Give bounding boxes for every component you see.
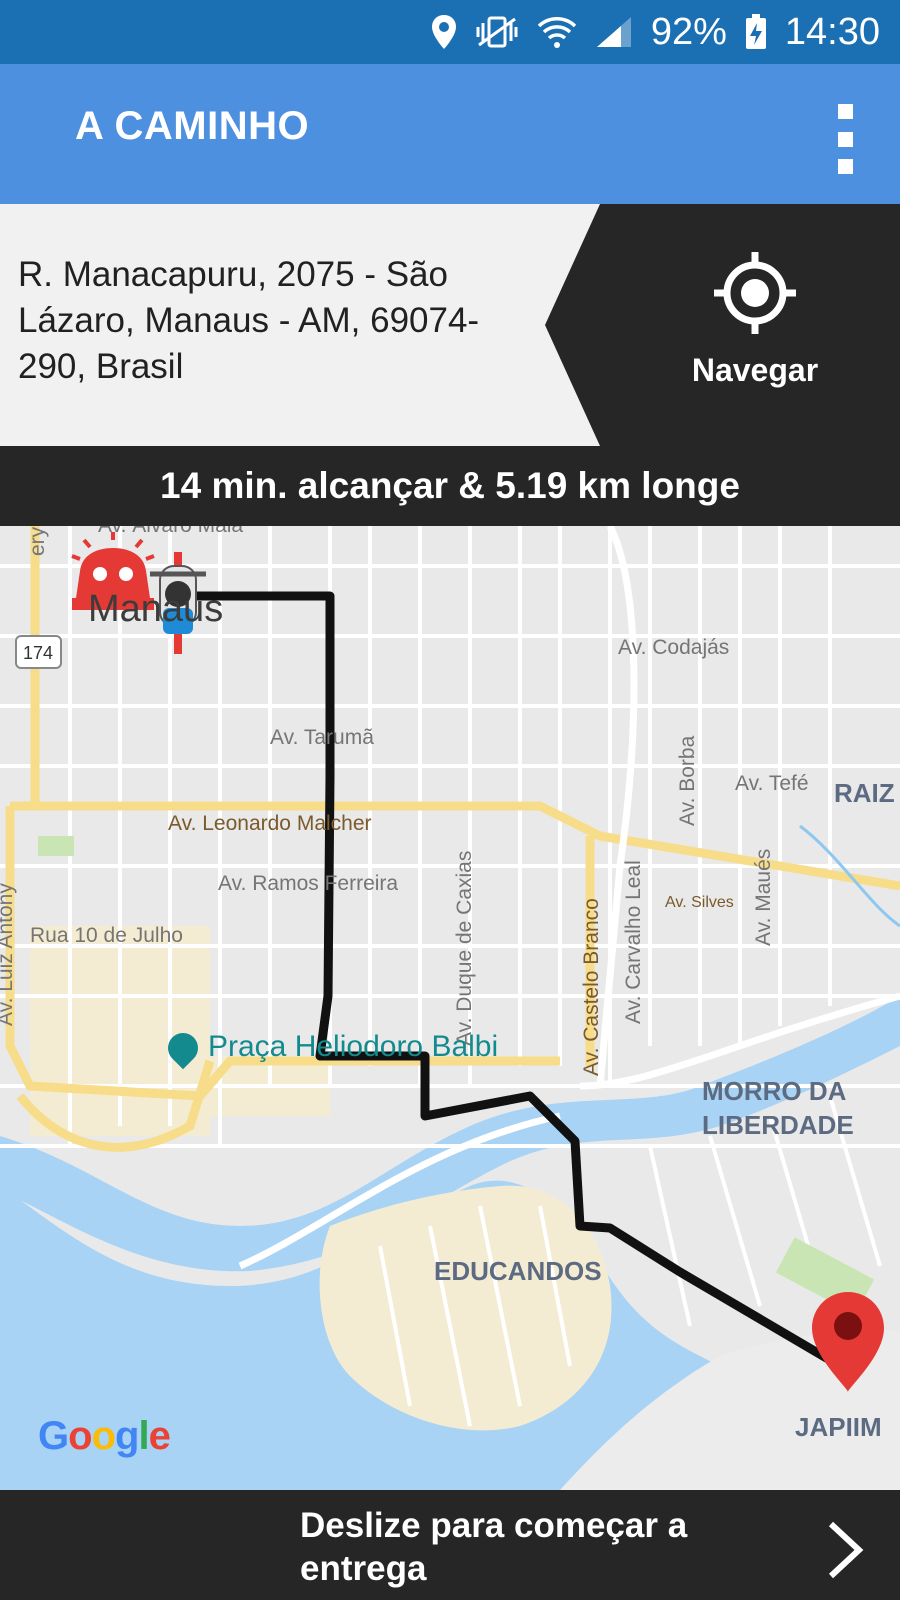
eta-banner: 14 min. alcançar & 5.19 km longe — [0, 446, 900, 526]
street-label: Av. Maués — [752, 848, 775, 946]
location-icon — [431, 14, 457, 50]
street-label: Av. Borba — [676, 735, 699, 826]
clock: 14:30 — [784, 10, 880, 53]
menu-dot — [837, 104, 853, 119]
swipe-label: Deslize para começar a entrega — [300, 1506, 688, 1588]
more-vert-icon[interactable] — [830, 104, 860, 174]
menu-dot — [837, 159, 853, 174]
poi-camera-icon — [161, 1026, 205, 1070]
highway-shield: 174 — [15, 635, 62, 669]
map-canvas: 174 — [0, 526, 900, 1490]
app-bar: A CAMINHO — [0, 64, 900, 204]
city-label: Manaus — [88, 588, 224, 630]
chevron-right-icon[interactable] — [825, 1520, 865, 1580]
street-label: Av. Carvalho Leal — [622, 860, 645, 1024]
street-label: Av. Álvaro Maia — [98, 526, 243, 538]
battery-level: 92% — [650, 10, 727, 53]
street-label: Av. Codajás — [618, 636, 730, 659]
street-label: Av. Castelo Branco — [580, 898, 603, 1076]
status-bar: 92% 14:30 — [0, 0, 900, 64]
address-box: R. Manacapuru, 2075 - São Lázaro, Manaus… — [0, 204, 600, 446]
navigate-button[interactable]: Navegar — [640, 204, 900, 446]
navigate-label: Navegar — [691, 352, 819, 388]
vibrate-icon — [475, 15, 519, 49]
destination-panel: R. Manacapuru, 2075 - São Lázaro, Manaus… — [0, 204, 900, 446]
street-label: Av. Duque de Caxias — [453, 850, 476, 1046]
district-label: EDUCANDOS — [434, 1256, 602, 1286]
destination-address: R. Manacapuru, 2075 - São Lázaro, Manaus… — [18, 255, 480, 386]
street-label: ery — [26, 526, 49, 556]
gps-target-icon — [714, 252, 796, 334]
district-label: JAPIIM — [795, 1412, 882, 1442]
menu-dot — [837, 131, 853, 147]
street-label: Av. Luiz Antony — [0, 883, 17, 1026]
street-label: Av. Tarumã — [270, 726, 374, 749]
svg-text:174: 174 — [23, 643, 53, 663]
wifi-icon — [537, 14, 577, 50]
swipe-to-start-bar[interactable]: Deslize para começar a entrega — [0, 1490, 900, 1600]
google-logo: Google — [38, 1414, 171, 1458]
street-label: Rua 10 de Julho — [30, 924, 183, 947]
battery-charging-icon — [745, 14, 767, 50]
poi-label: Praça Heliodoro Balbi — [161, 1026, 499, 1070]
district-label: MORRO DA LIBERDADE — [702, 1076, 854, 1140]
map-view[interactable]: 174 Manaus Av. Álvaro Maia ery Av. Codaj… — [0, 526, 900, 1490]
street-label: Av. Ramos Ferreira — [218, 872, 399, 895]
poi-name: Praça Heliodoro Balbi — [208, 1030, 499, 1063]
street-label: Av. Silves — [665, 894, 734, 911]
district-label: RAIZ — [834, 778, 895, 808]
page-title: A CAMINHO — [75, 104, 310, 148]
street-label: Av. Leonardo Malcher — [168, 812, 372, 835]
street-label: Av. Tefé — [735, 772, 809, 795]
signal-icon — [595, 15, 633, 49]
